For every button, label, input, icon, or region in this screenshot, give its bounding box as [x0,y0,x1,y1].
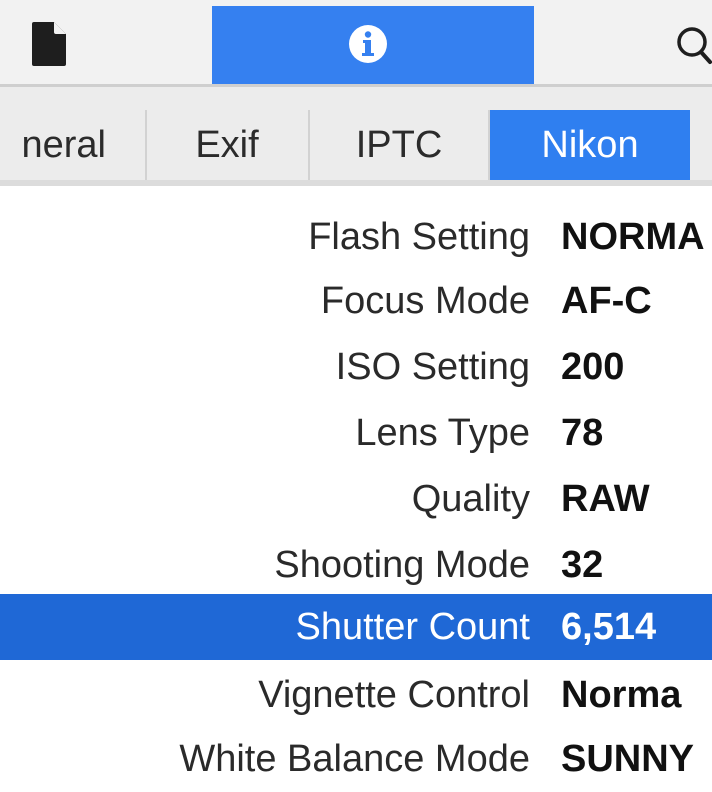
tab-nikon-label: Nikon [541,124,639,166]
tab-iptc[interactable]: IPTC [310,110,488,180]
metadata-value: 32 [561,544,604,586]
info-icon [349,25,387,63]
tab-general[interactable]: neral [0,110,146,180]
tabs-background [0,87,712,110]
metadata-key: ISO Setting [335,346,530,388]
metadata-value: RAW [561,478,650,520]
metadata-row-shooting-mode[interactable]: Shooting Mode 32 [0,532,712,598]
metadata-row-shutter-count[interactable]: Shutter Count 6,514 [0,594,712,660]
metadata-key: Flash Setting [308,216,530,258]
metadata-key: Focus Mode [320,280,530,322]
metadata-value: AF-C [561,280,652,322]
metadata-key: White Balance Mode [179,738,530,780]
tab-bar-divider [0,180,712,186]
tab-exif[interactable]: Exif [146,110,308,180]
metadata-value: Norma [561,674,682,716]
metadata-row-flash-setting[interactable]: Flash Setting NORMA [0,204,712,270]
document-icon [32,22,66,66]
metadata-key: Vignette Control [258,674,530,716]
metadata-row-quality[interactable]: Quality RAW [0,466,712,532]
metadata-value: 6,514 [561,606,657,648]
metadata-value: NORMA [561,216,705,258]
tab-iptc-label: IPTC [355,124,443,166]
metadata-value: 200 [561,346,625,388]
metadata-key: Quality [411,478,530,520]
tab-exif-label: Exif [195,124,259,166]
metadata-row-focus-mode[interactable]: Focus Mode AF-C [0,268,712,334]
metadata-key: Shutter Count [295,606,530,648]
tab-general-label: neral [21,124,107,166]
metadata-row-lens-type[interactable]: Lens Type 78 [0,400,712,466]
metadata-row-white-balance-mode[interactable]: White Balance Mode SUNNY [0,726,712,792]
metadata-key: Shooting Mode [274,544,530,586]
metadata-value: SUNNY [561,738,695,780]
metadata-key: Lens Type [355,412,530,454]
tab-nikon[interactable]: Nikon [490,110,690,180]
inspector-toolbar [0,0,712,84]
metadata-row-iso-setting[interactable]: ISO Setting 200 [0,334,712,400]
metadata-tab-bar: neral Exif IPTC Nikon [0,110,712,180]
metadata-row-vignette-control[interactable]: Vignette Control Norma [0,662,712,728]
search-icon [677,27,712,64]
metadata-value: 78 [561,412,604,454]
